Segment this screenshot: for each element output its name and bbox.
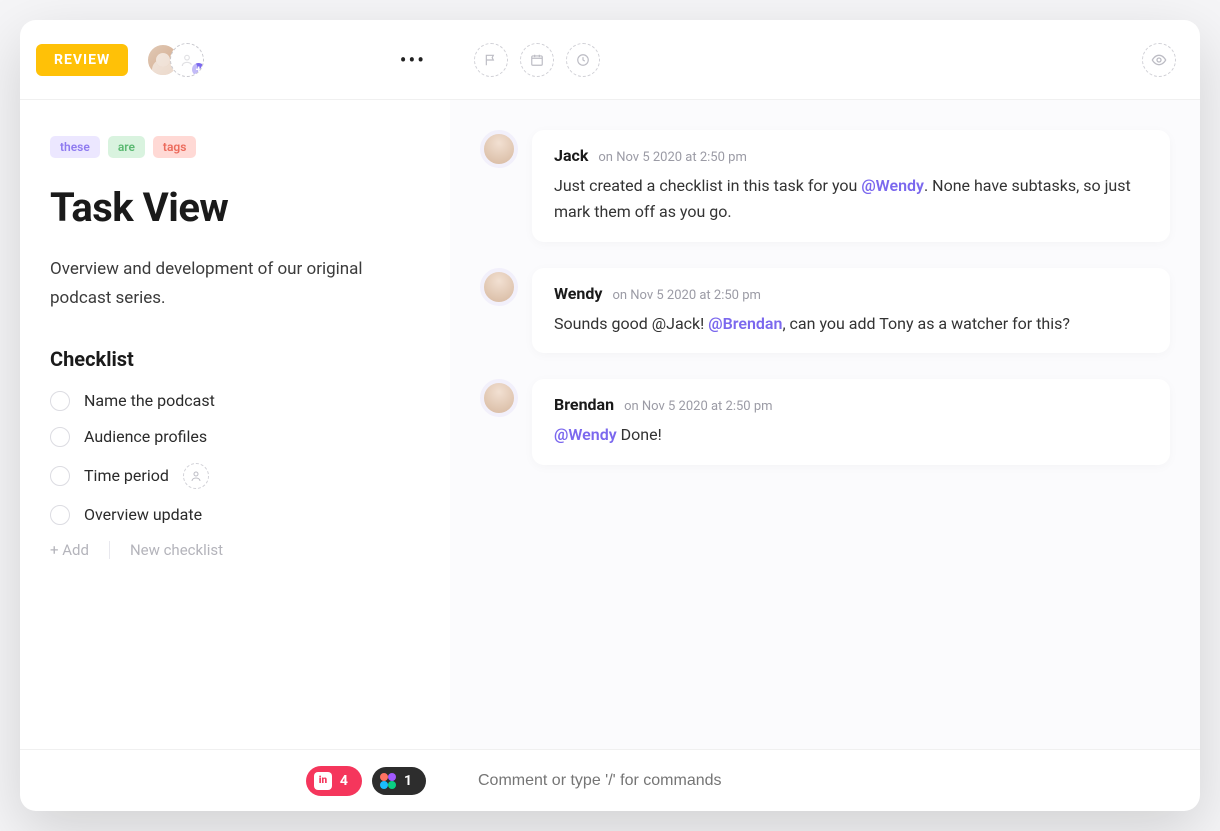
header-left: REVIEW + •••: [20, 20, 450, 99]
invision-icon: in: [314, 772, 332, 790]
text-segment: Sounds good @Jack!: [554, 314, 708, 333]
checklist-item: Overview update: [50, 505, 410, 525]
header: REVIEW + •••: [20, 20, 1200, 100]
checklist-item: Name the podcast: [50, 391, 410, 411]
status-badge[interactable]: REVIEW: [36, 44, 128, 76]
watch-button[interactable]: [1142, 43, 1176, 77]
comment-avatar[interactable]: [480, 379, 518, 417]
checkbox[interactable]: [50, 505, 70, 525]
comment-body: Brendan on Nov 5 2020 at 2:50 pm @Wendy Do…: [532, 379, 1170, 464]
tag[interactable]: tags: [153, 136, 196, 158]
checklist-actions: + Add New checklist: [50, 541, 410, 559]
flag-icon: [484, 53, 498, 67]
date-button[interactable]: [520, 43, 554, 77]
comment-timestamp: on Nov 5 2020 at 2:50 pm: [612, 288, 760, 303]
header-right: [450, 20, 1200, 99]
comment: Wendy on Nov 5 2020 at 2:50 pm Sounds good…: [480, 268, 1170, 353]
clock-icon: [576, 53, 590, 67]
body: these are tags Task View Overview and de…: [20, 100, 1200, 749]
tag[interactable]: these: [50, 136, 100, 158]
comments-pane: Jack on Nov 5 2020 at 2:50 pm Just created…: [450, 100, 1200, 749]
checkbox[interactable]: [50, 466, 70, 486]
invision-count: 4: [340, 773, 348, 789]
task-window: REVIEW + •••: [20, 20, 1200, 811]
checklist: Name the podcast Audience profiles Time pe…: [50, 391, 410, 525]
checklist-item-label[interactable]: Name the podcast: [84, 391, 215, 410]
checklist-item-label[interactable]: Audience profiles: [84, 427, 207, 446]
checklist-item-label[interactable]: Overview update: [84, 505, 202, 524]
task-title[interactable]: Task View: [50, 184, 410, 231]
time-button[interactable]: [566, 43, 600, 77]
comment-text: Sounds good @Jack! @Brendan, can you add…: [554, 311, 1148, 337]
checkbox[interactable]: [50, 391, 70, 411]
checklist-heading: Checklist: [50, 347, 410, 371]
mention[interactable]: @Brendan: [708, 314, 782, 333]
assign-item-button[interactable]: [183, 463, 209, 489]
comment-avatar[interactable]: [480, 268, 518, 306]
comment-author: Wendy: [554, 284, 602, 303]
footer-left: in 4 1: [20, 750, 450, 811]
checklist-item: Time period: [50, 463, 410, 489]
checkbox[interactable]: [50, 427, 70, 447]
comment-text: Just created a checklist in this task fo…: [554, 173, 1148, 226]
invision-attachment-pill[interactable]: in 4: [306, 766, 362, 796]
divider: [109, 541, 110, 559]
task-description[interactable]: Overview and development of our original…: [50, 255, 410, 313]
checklist-item-label[interactable]: Time period: [84, 466, 169, 485]
comment-body: Jack on Nov 5 2020 at 2:50 pm Just created…: [532, 130, 1170, 242]
comment-author: Brendan: [554, 395, 614, 414]
figma-icon: [380, 773, 396, 789]
mention[interactable]: @Wendy: [554, 425, 617, 444]
calendar-icon: [530, 53, 544, 67]
figma-count: 1: [404, 773, 412, 789]
person-icon: [190, 470, 202, 482]
text-segment: Just created a checklist in this task fo…: [554, 176, 861, 195]
comment: Brendan on Nov 5 2020 at 2:50 pm @Wendy Do…: [480, 379, 1170, 464]
comment-author: Jack: [554, 146, 588, 165]
more-menu[interactable]: •••: [392, 40, 434, 80]
comment-avatar[interactable]: [480, 130, 518, 168]
composer: [450, 750, 1200, 811]
add-badge-icon: +: [190, 61, 204, 77]
add-assignee-placeholder[interactable]: +: [170, 43, 204, 77]
person-icon: [180, 53, 194, 67]
comment-text: @Wendy Done!: [554, 422, 1148, 448]
comment-input[interactable]: [478, 772, 1172, 790]
checklist-item: Audience profiles: [50, 427, 410, 447]
text-segment: Done!: [617, 425, 662, 444]
tag-list: these are tags: [50, 136, 410, 158]
mention[interactable]: @Wendy: [861, 176, 924, 195]
text-segment: , can you add Tony as a watcher for this…: [782, 314, 1070, 333]
assignee-avatar-group: +: [146, 43, 204, 77]
footer: in 4 1: [20, 749, 1200, 811]
comment: Jack on Nov 5 2020 at 2:50 pm Just created…: [480, 130, 1170, 242]
comment-timestamp: on Nov 5 2020 at 2:50 pm: [598, 150, 746, 165]
comment-body: Wendy on Nov 5 2020 at 2:50 pm Sounds good…: [532, 268, 1170, 353]
tag[interactable]: are: [108, 136, 145, 158]
flag-button[interactable]: [474, 43, 508, 77]
comment-timestamp: on Nov 5 2020 at 2:50 pm: [624, 399, 772, 414]
add-checklist-item[interactable]: + Add: [50, 541, 89, 559]
new-checklist-button[interactable]: New checklist: [130, 541, 223, 559]
figma-attachment-pill[interactable]: 1: [372, 767, 426, 795]
left-pane: these are tags Task View Overview and de…: [20, 100, 450, 749]
eye-icon: [1151, 52, 1167, 68]
